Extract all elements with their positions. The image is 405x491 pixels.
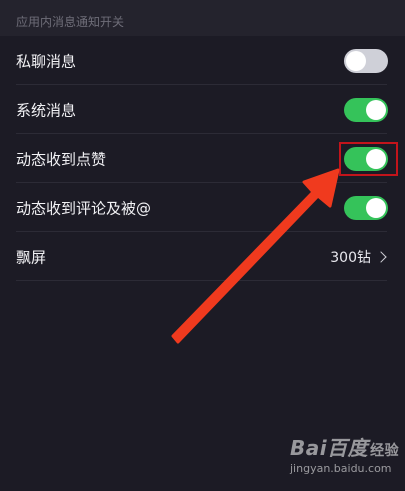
watermark-logo: Bai百度 经验: [290, 432, 399, 461]
baidu-jingyan-watermark: Bai百度 经验 jingyan.baidu.com: [290, 432, 400, 486]
watermark-logo-text: Bai百度: [290, 436, 369, 460]
settings-screen: 应用内消息通知开关 私聊消息 系统消息 动态收到点赞 动态收到评论及被@ 飘屏 …: [0, 0, 405, 491]
annotation-arrow-icon: [171, 168, 340, 344]
watermark-tag: 经验: [370, 443, 400, 459]
watermark-url: jingyan.baidu.com: [290, 462, 392, 475]
